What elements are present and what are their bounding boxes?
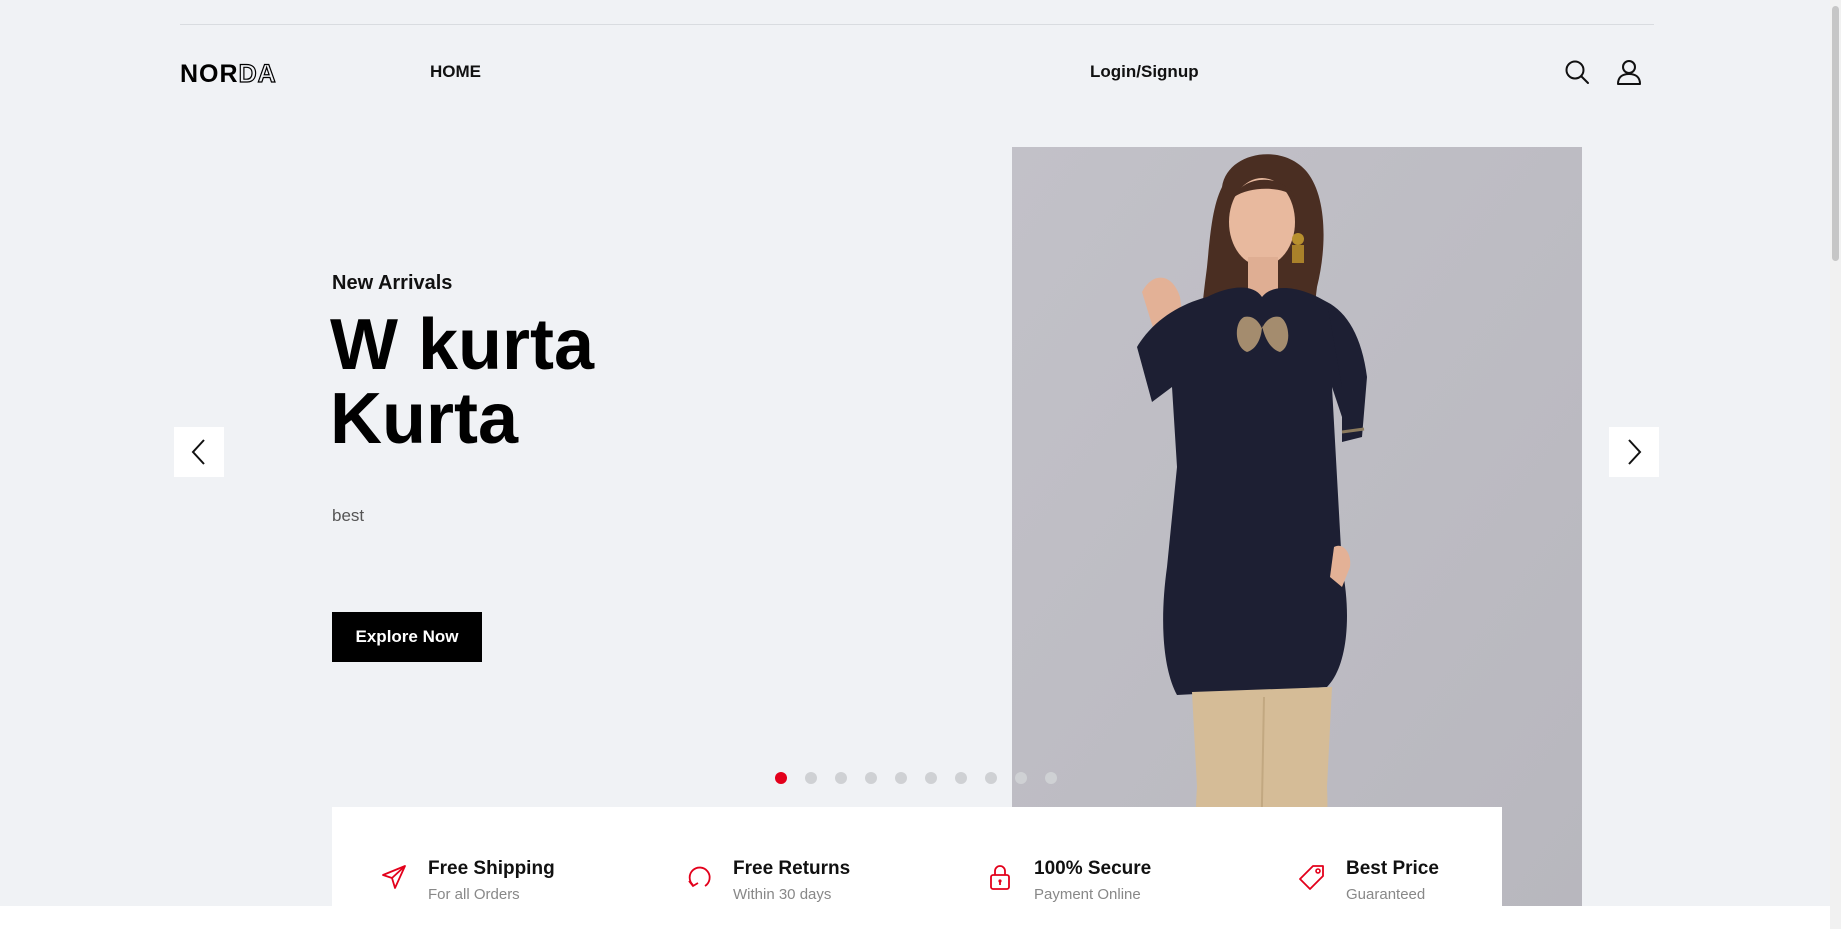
hero-title: W kurta Kurta [330, 308, 594, 456]
explore-now-button[interactable]: Explore Now [332, 612, 482, 662]
logo[interactable]: NORDA [180, 59, 277, 89]
logo-bold: NOR [180, 60, 239, 88]
nav-login-signup-link[interactable]: Login/Signup [1090, 62, 1199, 82]
header-divider [180, 24, 1654, 25]
hero-subtitle: New Arrivals [332, 272, 453, 294]
carousel-dot[interactable] [1015, 772, 1027, 784]
feature-title: Free Shipping [428, 858, 555, 879]
feature-subtitle: Payment Online [1034, 886, 1141, 903]
feature-title: 100% Secure [1034, 858, 1152, 879]
carousel-dot[interactable] [925, 772, 937, 784]
user-icon[interactable] [1615, 58, 1643, 86]
page-scrollbar[interactable] [1830, 0, 1841, 929]
carousel-prev-button[interactable] [174, 427, 224, 477]
carousel-dot[interactable] [955, 772, 967, 784]
scrollbar-thumb[interactable] [1832, 6, 1839, 261]
carousel-pagination [775, 772, 1057, 784]
carousel-dot[interactable] [775, 772, 787, 784]
hero-title-line-2: Kurta [330, 379, 519, 459]
carousel-dot[interactable] [985, 772, 997, 784]
send-icon [382, 865, 406, 889]
carousel-dot[interactable] [805, 772, 817, 784]
hero-description: best [332, 506, 365, 525]
carousel-dot[interactable] [835, 772, 847, 784]
chevron-right-icon [1628, 439, 1642, 465]
page: NORDA HOME Login/Signup New Arrivals W k… [0, 0, 1830, 906]
feature-title: Free Returns [733, 858, 851, 879]
hero-product-image [1012, 147, 1582, 906]
carousel-next-button[interactable] [1609, 427, 1659, 477]
nav-home-link[interactable]: HOME [430, 62, 481, 82]
carousel-dot[interactable] [865, 772, 877, 784]
hero-title-line-1: W kurta [330, 305, 595, 385]
carousel-dot[interactable] [1045, 772, 1057, 784]
carousel-dot[interactable] [895, 772, 907, 784]
feature-title: Best Price [1346, 858, 1439, 879]
search-icon[interactable] [1563, 58, 1591, 86]
feature-subtitle: Guaranteed [1346, 886, 1426, 903]
features-bar: Free Shipping For all Orders Free Return… [332, 807, 1502, 906]
feature-subtitle: For all Orders [428, 886, 520, 903]
feature-subtitle: Within 30 days [733, 886, 832, 903]
logo-outline: DA [238, 59, 277, 88]
chevron-left-icon [191, 439, 205, 465]
refresh-icon [688, 866, 711, 888]
tag-icon [1299, 865, 1324, 890]
lock-icon [990, 865, 1010, 890]
